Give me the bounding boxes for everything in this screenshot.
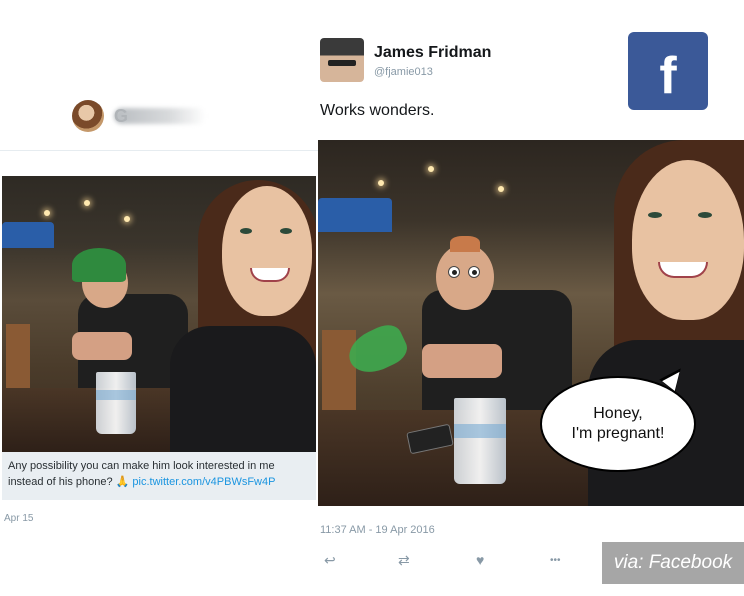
ceiling-light: [44, 210, 50, 216]
more-icon[interactable]: •••: [550, 555, 561, 566]
lamp-shade: [2, 222, 54, 248]
tweet-text: Works wonders.: [320, 102, 435, 119]
avatar[interactable]: [72, 100, 104, 132]
retweet-icon[interactable]: ⇄: [398, 552, 410, 569]
tweet-actions: ↩ ⇄ ♥ •••: [318, 552, 618, 574]
mohawk-hair: [450, 236, 480, 252]
hands-with-phone: [422, 344, 502, 378]
left-tweet-header: G: [0, 82, 318, 148]
author-name[interactable]: James Fridman: [374, 44, 491, 62]
reply-icon[interactable]: ↩: [324, 552, 336, 569]
like-icon[interactable]: ♥: [476, 552, 484, 568]
facebook-logo-icon: f: [628, 32, 708, 110]
green-cap: [72, 248, 126, 282]
original-photo[interactable]: [2, 176, 316, 452]
woman-face: [222, 186, 312, 316]
chair: [6, 324, 30, 394]
author-handle[interactable]: @fjamie013: [374, 66, 433, 78]
avatar[interactable]: [320, 38, 364, 82]
eye: [240, 228, 252, 234]
speech-bubble-line2: I'm pregnant!: [571, 425, 665, 442]
divider: [0, 150, 318, 151]
man-head: [436, 244, 494, 310]
ceiling-light: [428, 166, 434, 172]
ceiling-light: [84, 200, 90, 206]
woman-shirt: [170, 326, 316, 452]
speech-bubble: Honey, I'm pregnant!: [540, 376, 696, 472]
glasses-icon: [328, 60, 356, 66]
chair: [322, 330, 356, 420]
wide-eye: [468, 266, 480, 278]
tweet-caption: Any possibility you can make him look in…: [2, 452, 316, 500]
tweet-date[interactable]: Apr 15: [4, 513, 33, 524]
hands-with-phone: [72, 332, 132, 360]
right-tweet-panel: James Fridman @fjamie013 Works wonders. …: [318, 0, 744, 596]
watermark: via: Facebook: [602, 542, 744, 584]
woman-face: [632, 160, 744, 320]
lamp-shade: [318, 198, 392, 232]
edited-photo[interactable]: Honey, I'm pregnant!: [318, 140, 744, 506]
plastic-cup: [96, 372, 136, 434]
author-name-initial[interactable]: G: [114, 106, 128, 127]
tweet-timestamp[interactable]: 11:37 AM - 19 Apr 2016: [320, 524, 435, 536]
caption-link[interactable]: pic.twitter.com/v4PBWsFw4P: [132, 476, 275, 488]
eye: [698, 212, 712, 218]
ceiling-light: [498, 186, 504, 192]
pray-emoji-icon: 🙏: [115, 476, 130, 488]
left-tweet-panel: G Any possibility you can make him look …: [0, 0, 318, 596]
speech-bubble-line1: Honey,: [593, 405, 643, 422]
plastic-cup: [454, 398, 506, 484]
eye: [648, 212, 662, 218]
facebook-logo-letter: f: [659, 47, 677, 105]
ceiling-light: [378, 180, 384, 186]
eye: [280, 228, 292, 234]
wide-eye: [448, 266, 460, 278]
ceiling-light: [124, 216, 130, 222]
